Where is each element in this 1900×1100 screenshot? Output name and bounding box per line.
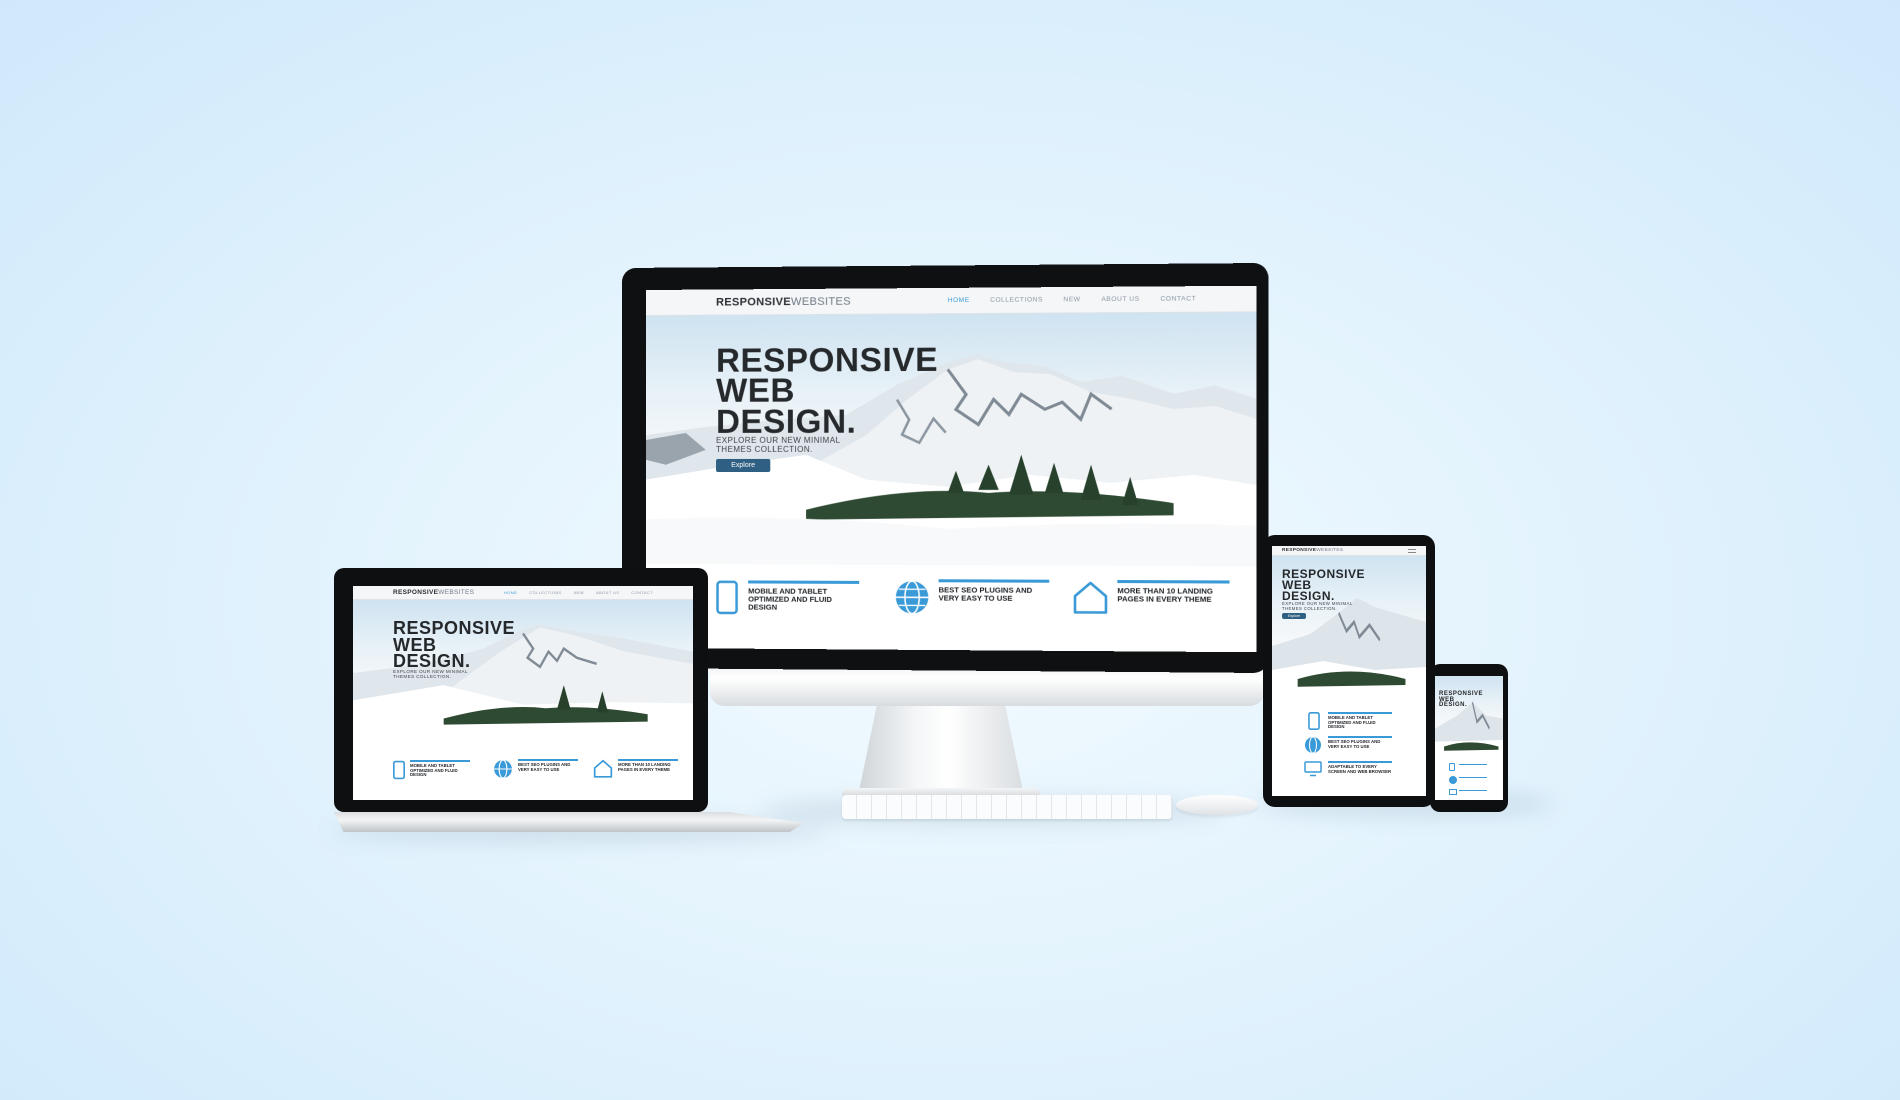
features-strip: MOBILE AND TABLET OPTIMIZED AND FLUID DE… xyxy=(353,752,693,800)
site-navbar: RESPONSIVEWEBSITES HOME COLLECTIONS NEW … xyxy=(646,286,1257,316)
features-strip: MOBILE AND TABLET OPTIMIZED AND FLUID DE… xyxy=(1272,706,1426,796)
tablet-icon xyxy=(1449,763,1455,771)
hero-section: RESPONSIVE WEB DESIGN. EXPLORE OUR NEW M… xyxy=(646,312,1257,566)
menu-icon[interactable] xyxy=(1408,549,1416,553)
monitor-stand xyxy=(858,700,1024,796)
feature-bar xyxy=(1459,764,1487,765)
feature-item: MORE THAN 10 LANDING PAGES IN EVERY THEM… xyxy=(593,759,678,778)
site-navbar: RESPONSIVEWEBSITES HOME COLLECTIONS NEW … xyxy=(353,586,693,600)
hero-subtitle: EXPLORE OUR NEW MINIMAL THEMES COLLECTIO… xyxy=(393,669,468,680)
monitor-icon xyxy=(1449,789,1457,795)
site-navbar: RESPONSIVEWEBSITES xyxy=(1272,546,1426,556)
hero-section: RESPONSIVE WEB DESIGN. xyxy=(1435,676,1503,758)
keyboard xyxy=(842,795,1172,819)
feature-item: BEST SEO PLUGINS AND VERY EASY TO USE xyxy=(493,759,578,779)
monitor-screen: RESPONSIVEWEBSITES HOME COLLECTIONS NEW … xyxy=(646,286,1257,652)
hero-subtitle: EXPLORE OUR NEW MINIMAL THEMES COLLECTIO… xyxy=(1282,602,1353,612)
site-logo[interactable]: RESPONSIVEWEBSITES xyxy=(1282,548,1343,553)
hero-title: RESPONSIVE WEB DESIGN. xyxy=(1282,569,1365,602)
phone-screen: RESPONSIVE WEB DESIGN. xyxy=(1435,676,1503,800)
monitor-icon xyxy=(1304,761,1322,777)
tablet-screen: RESPONSIVEWEBSITES RESPONSIVE WEB DESIGN… xyxy=(1272,546,1426,796)
hero-title: RESPONSIVE WEB DESIGN. xyxy=(1439,692,1483,709)
feature-item: BEST SEO PLUGINS AND VERY EASY TO USE xyxy=(894,579,1049,616)
nav-new[interactable]: NEW xyxy=(1063,296,1080,303)
hero-title: RESPONSIVE WEB DESIGN. xyxy=(716,345,938,437)
nav-contact[interactable]: CONTACT xyxy=(631,591,653,595)
feature-item: BEST SEO PLUGINS AND VERY EASY TO USE xyxy=(1304,736,1392,754)
features-strip xyxy=(1435,758,1503,800)
hero-section: RESPONSIVE WEB DESIGN. EXPLORE OUR NEW M… xyxy=(1272,556,1426,706)
mountain-image xyxy=(1435,676,1503,758)
nav-collections[interactable]: COLLECTIONS xyxy=(990,296,1043,303)
site-logo[interactable]: RESPONSIVEWEBSITES xyxy=(393,589,474,596)
feature-item: ADAPTABLE TO EVERY SCREEN AND WEB BROWSE… xyxy=(1304,761,1392,777)
hero-section: RESPONSIVE WEB DESIGN. EXPLORE OUR NEW M… xyxy=(353,600,693,752)
globe-icon xyxy=(493,759,513,779)
laptop-screen: RESPONSIVEWEBSITES HOME COLLECTIONS NEW … xyxy=(353,586,693,800)
mouse xyxy=(1176,795,1258,815)
nav-about-us[interactable]: ABOUT US xyxy=(596,591,619,595)
nav-home[interactable]: HOME xyxy=(504,591,517,595)
nav-about-us[interactable]: ABOUT US xyxy=(1101,296,1139,303)
globe-icon xyxy=(894,579,931,616)
tablet-icon xyxy=(393,760,405,780)
house-icon xyxy=(1072,580,1109,615)
feature-item: MOBILE AND TABLET OPTIMIZED AND FLUID DE… xyxy=(393,760,470,780)
tablet-icon xyxy=(1308,712,1320,730)
nav-contact[interactable]: CONTACT xyxy=(1160,295,1196,302)
nav-new[interactable]: NEW xyxy=(574,591,584,595)
tablet-icon xyxy=(716,580,738,614)
house-icon xyxy=(593,759,613,778)
features-strip: MOBILE AND TABLET OPTIMIZED AND FLUID DE… xyxy=(646,564,1257,652)
nav-home[interactable]: HOME xyxy=(948,297,970,304)
feature-bar xyxy=(1459,777,1487,778)
hero-subtitle: EXPLORE OUR NEW MINIMAL THEMES COLLECTIO… xyxy=(716,436,840,455)
feature-item: MOBILE AND TABLET OPTIMIZED AND FLUID DE… xyxy=(1308,712,1392,730)
feature-item: MORE THAN 10 LANDING PAGES IN EVERY THEM… xyxy=(1072,580,1230,615)
explore-button[interactable]: Explore xyxy=(716,459,770,472)
nav-collections[interactable]: COLLECTIONS xyxy=(529,591,561,595)
hero-title: RESPONSIVE WEB DESIGN. xyxy=(393,620,515,670)
feature-bar xyxy=(1459,790,1487,791)
feature-item: MOBILE AND TABLET OPTIMIZED AND FLUID DE… xyxy=(716,580,859,615)
site-logo[interactable]: RESPONSIVEWEBSITES xyxy=(716,295,851,308)
globe-icon xyxy=(1449,776,1457,784)
explore-button[interactable]: Explore xyxy=(1282,613,1306,619)
globe-icon xyxy=(1304,736,1322,754)
laptop-base xyxy=(334,812,804,832)
